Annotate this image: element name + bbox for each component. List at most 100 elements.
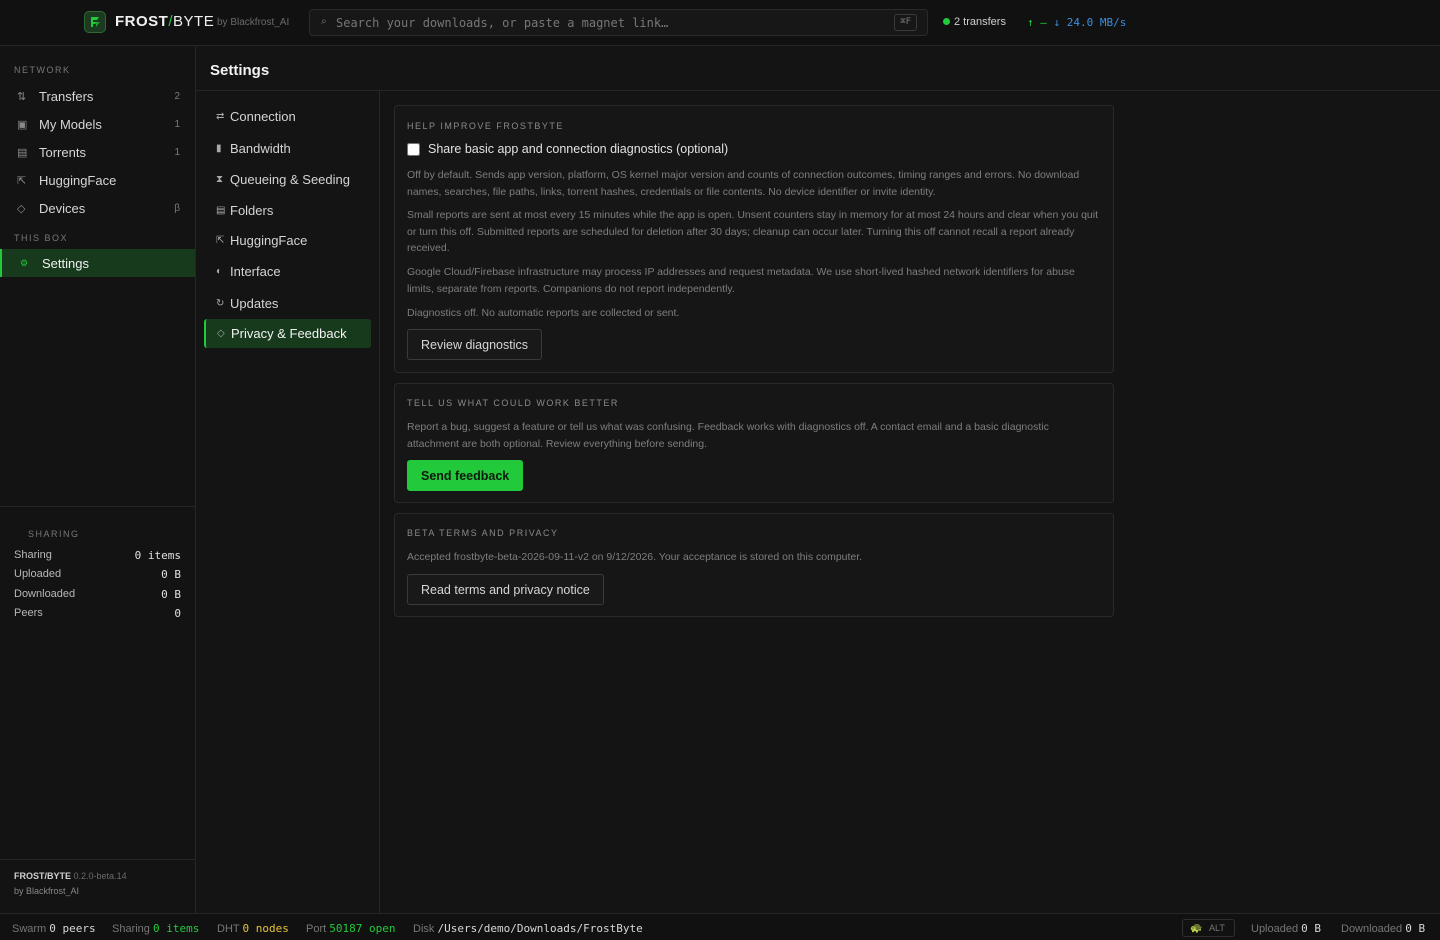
tab-huggingface[interactable]: ⇱ HuggingFace — [204, 226, 371, 255]
sidebar-item-label: HuggingFace — [39, 172, 117, 188]
tab-interface[interactable]: ◐ Interface — [204, 257, 371, 286]
sidebar-divider — [0, 859, 195, 860]
sidebar-item-label: Devices — [39, 200, 86, 216]
status-label: Swarm — [12, 923, 47, 935]
settings-nav: ⇄ Connection ▮ Bandwidth ⧗ Queueing & Seedi… — [196, 91, 380, 913]
connection-icon: ⇄ — [216, 111, 225, 122]
sharing-row-value: 0 — [174, 607, 181, 620]
search-shortcut-hint: ⌘F — [894, 14, 917, 31]
footer-app-name: FROST/BYTE — [14, 871, 72, 881]
sharing-row-value: 0 B — [161, 588, 181, 601]
diagnostics-schedule-text: Small reports are sent at most every 15 … — [407, 209, 1099, 254]
diamond-icon: ◇ — [17, 202, 26, 215]
diagnostics-checkbox-label: Share basic app and connection diagnosti… — [428, 142, 729, 156]
diagnostics-card: HELP IMPROVE FROSTBYTE Share basic app a… — [394, 105, 1114, 373]
sidebar-item-label: Torrents — [39, 144, 86, 160]
interface-icon: ◐ — [216, 266, 223, 277]
turtle-icon: 🐢 — [1190, 923, 1203, 934]
search-input[interactable] — [336, 13, 876, 33]
torrent-icon: ▤ — [17, 146, 28, 159]
transfers-count: 2 transfers — [954, 16, 1006, 28]
sidebar-item-devices[interactable]: ◇ Devices β — [0, 194, 195, 222]
sidebar-item-torrents[interactable]: ▤ Torrents 1 — [0, 138, 195, 166]
disk-status[interactable]: Disk /Users/demo/Downloads/FrostByte — [413, 922, 643, 935]
sharing-row: Sharing 0 items — [14, 549, 181, 562]
sharing-row-label: Peers — [14, 607, 43, 619]
status-value: 0 nodes — [242, 922, 289, 935]
read-terms-button[interactable]: Read terms and privacy notice — [407, 574, 604, 605]
sidebar-item-settings[interactable]: ⚙ Settings — [0, 249, 195, 277]
refresh-icon: ↻ — [216, 298, 225, 309]
status-value: 50187 open — [329, 922, 396, 935]
sidebar-item-transfers[interactable]: ⇅ Transfers 2 — [0, 82, 195, 110]
tab-folders[interactable]: ▤ Folders — [204, 196, 371, 225]
tab-queueing-seeding[interactable]: ⧗ Queueing & Seeding — [204, 165, 371, 194]
sidebar-item-huggingface[interactable]: ⇱ HuggingFace — [0, 166, 195, 194]
card-title: TELL US WHAT COULD WORK BETTER — [407, 398, 619, 408]
sidebar-item-my-models[interactable]: ▣ My Models 1 — [0, 110, 195, 138]
sidebar-divider — [0, 506, 195, 507]
sidebar-item-label: My Models — [39, 116, 102, 132]
app-logo — [84, 11, 106, 33]
gear-icon: ⚙ — [20, 257, 29, 268]
sidebar-item-count: 2 — [174, 90, 180, 102]
brand-frost: FROST — [115, 13, 169, 30]
card-title: HELP IMPROVE FROSTBYTE — [407, 121, 564, 131]
diagnostics-description: Off by default. Sends app version, platf… — [407, 169, 1080, 198]
tab-bandwidth[interactable]: ▮ Bandwidth — [204, 134, 371, 163]
peers-row: Peers 0 — [14, 607, 181, 620]
status-label: DHT — [217, 923, 240, 935]
feedback-card: TELL US WHAT COULD WORK BETTER Report a … — [394, 383, 1114, 503]
transfer-arrows-icon: ⇅ — [17, 90, 27, 103]
top-bar: FROST/BYTE by Blackfrost_AI ⌕ ⌘F 2 trans… — [0, 0, 1440, 46]
tab-updates[interactable]: ↻ Updates — [204, 289, 371, 318]
status-label: Port — [306, 923, 327, 935]
sidebar-item-count: 1 — [174, 146, 180, 158]
diamond-icon: ◇ — [217, 328, 225, 339]
uploaded-status: Uploaded 0 B — [1251, 922, 1321, 935]
status-dot-icon — [943, 18, 950, 25]
tab-label: Folders — [230, 203, 274, 218]
tab-connection[interactable]: ⇄ Connection — [204, 102, 371, 131]
port-status: Port 50187 open — [306, 922, 395, 935]
page-title: Settings — [210, 62, 270, 79]
speed-indicator: ↑ — ↓ 24.0 MB/s — [1027, 16, 1126, 29]
status-value: 0 B — [1301, 922, 1322, 935]
status-label: Disk — [413, 923, 435, 935]
uploaded-row: Uploaded 0 B — [14, 568, 181, 581]
status-label: Uploaded — [1251, 923, 1299, 935]
sidebar-section-network: NETWORK — [14, 65, 71, 75]
sidebar-item-label: Transfers — [39, 88, 94, 104]
search-icon: ⌕ — [321, 16, 327, 27]
transfers-indicator[interactable]: 2 transfers — [943, 16, 1006, 28]
sharing-section-label: SHARING — [28, 529, 80, 539]
download-arrow-icon: ↓ — [1053, 16, 1061, 29]
search-box[interactable]: ⌕ ⌘F — [309, 9, 928, 36]
status-label: Downloaded — [1341, 923, 1403, 935]
sidebar-item-label: Settings — [42, 255, 89, 271]
card-title: BETA TERMS AND PRIVACY — [407, 528, 559, 538]
alt-label: ALT — [1209, 923, 1225, 933]
brand-byline: by Blackfrost_AI — [217, 17, 290, 28]
downloaded-status: Downloaded 0 B — [1341, 922, 1425, 935]
model-box-icon: ▣ — [17, 118, 28, 131]
sharing-row-value: 0 items — [134, 549, 181, 562]
tab-privacy-feedback[interactable]: ◇ Privacy & Feedback — [204, 319, 371, 348]
status-label: Sharing — [112, 923, 150, 935]
huggingface-icon: ⇱ — [17, 174, 27, 187]
review-diagnostics-button[interactable]: Review diagnostics — [407, 329, 542, 360]
logo-mark-icon — [91, 17, 100, 27]
feedback-description: Report a bug, suggest a feature or tell … — [407, 421, 1049, 450]
terms-acceptance-text: Accepted frostbyte-beta-2026-09-11-v2 on… — [407, 551, 863, 563]
brand-name: FROST/BYTE — [115, 13, 214, 30]
footer-version: 0.2.0-beta.14 — [73, 871, 127, 881]
settings-header: Settings — [196, 46, 1440, 91]
alt-speed-toggle[interactable]: 🐢 ALT — [1182, 919, 1235, 937]
diagnostics-checkbox[interactable] — [407, 142, 420, 156]
diagnostics-status: Diagnostics off. No automatic reports ar… — [407, 307, 680, 319]
tab-label: Bandwidth — [230, 141, 291, 156]
diagnostics-toggle[interactable]: Share basic app and connection diagnosti… — [407, 142, 728, 156]
send-feedback-button[interactable]: Send feedback — [407, 460, 524, 491]
hourglass-icon: ⧗ — [216, 174, 224, 185]
sharing-row-value: 0 B — [161, 568, 181, 581]
